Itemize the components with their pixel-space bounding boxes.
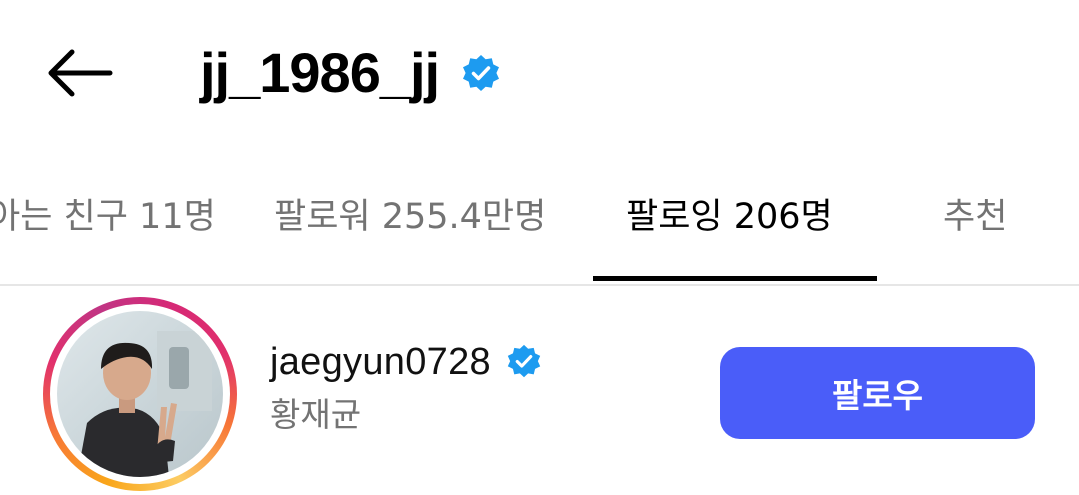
tab-bar: 아는 친구 11명 팔로워 255.4만명 팔로잉 206명 추천 — [0, 165, 1079, 283]
title-group: jj_1986_jj — [200, 38, 501, 108]
follow-button[interactable]: 팔로우 — [720, 347, 1035, 439]
tab-followers[interactable]: 팔로워 255.4만명 — [274, 192, 546, 242]
avatar-photo — [77, 331, 212, 477]
story-ring[interactable] — [43, 297, 237, 491]
username-group[interactable]: jaegyun0728 — [270, 339, 542, 385]
page-title: jj_1986_jj — [200, 41, 440, 104]
verified-badge-icon — [463, 55, 500, 91]
verified-badge-icon — [507, 344, 541, 378]
full-name: 황재균 — [270, 395, 362, 434]
list-item: jaegyun0728 황재균 팔로우 — [0, 286, 1079, 495]
tab-mutual-friends[interactable]: 아는 친구 11명 — [0, 192, 216, 242]
tab-suggested[interactable]: 추천 — [943, 192, 1007, 242]
top-bar: jj_1986_jj — [0, 0, 1079, 150]
arrow-left-icon — [48, 49, 113, 97]
active-tab-indicator — [593, 276, 877, 281]
tab-following[interactable]: 팔로잉 206명 — [626, 192, 833, 242]
username: jaegyun0728 — [270, 341, 491, 383]
avatar — [57, 311, 223, 477]
back-button[interactable] — [44, 46, 114, 100]
